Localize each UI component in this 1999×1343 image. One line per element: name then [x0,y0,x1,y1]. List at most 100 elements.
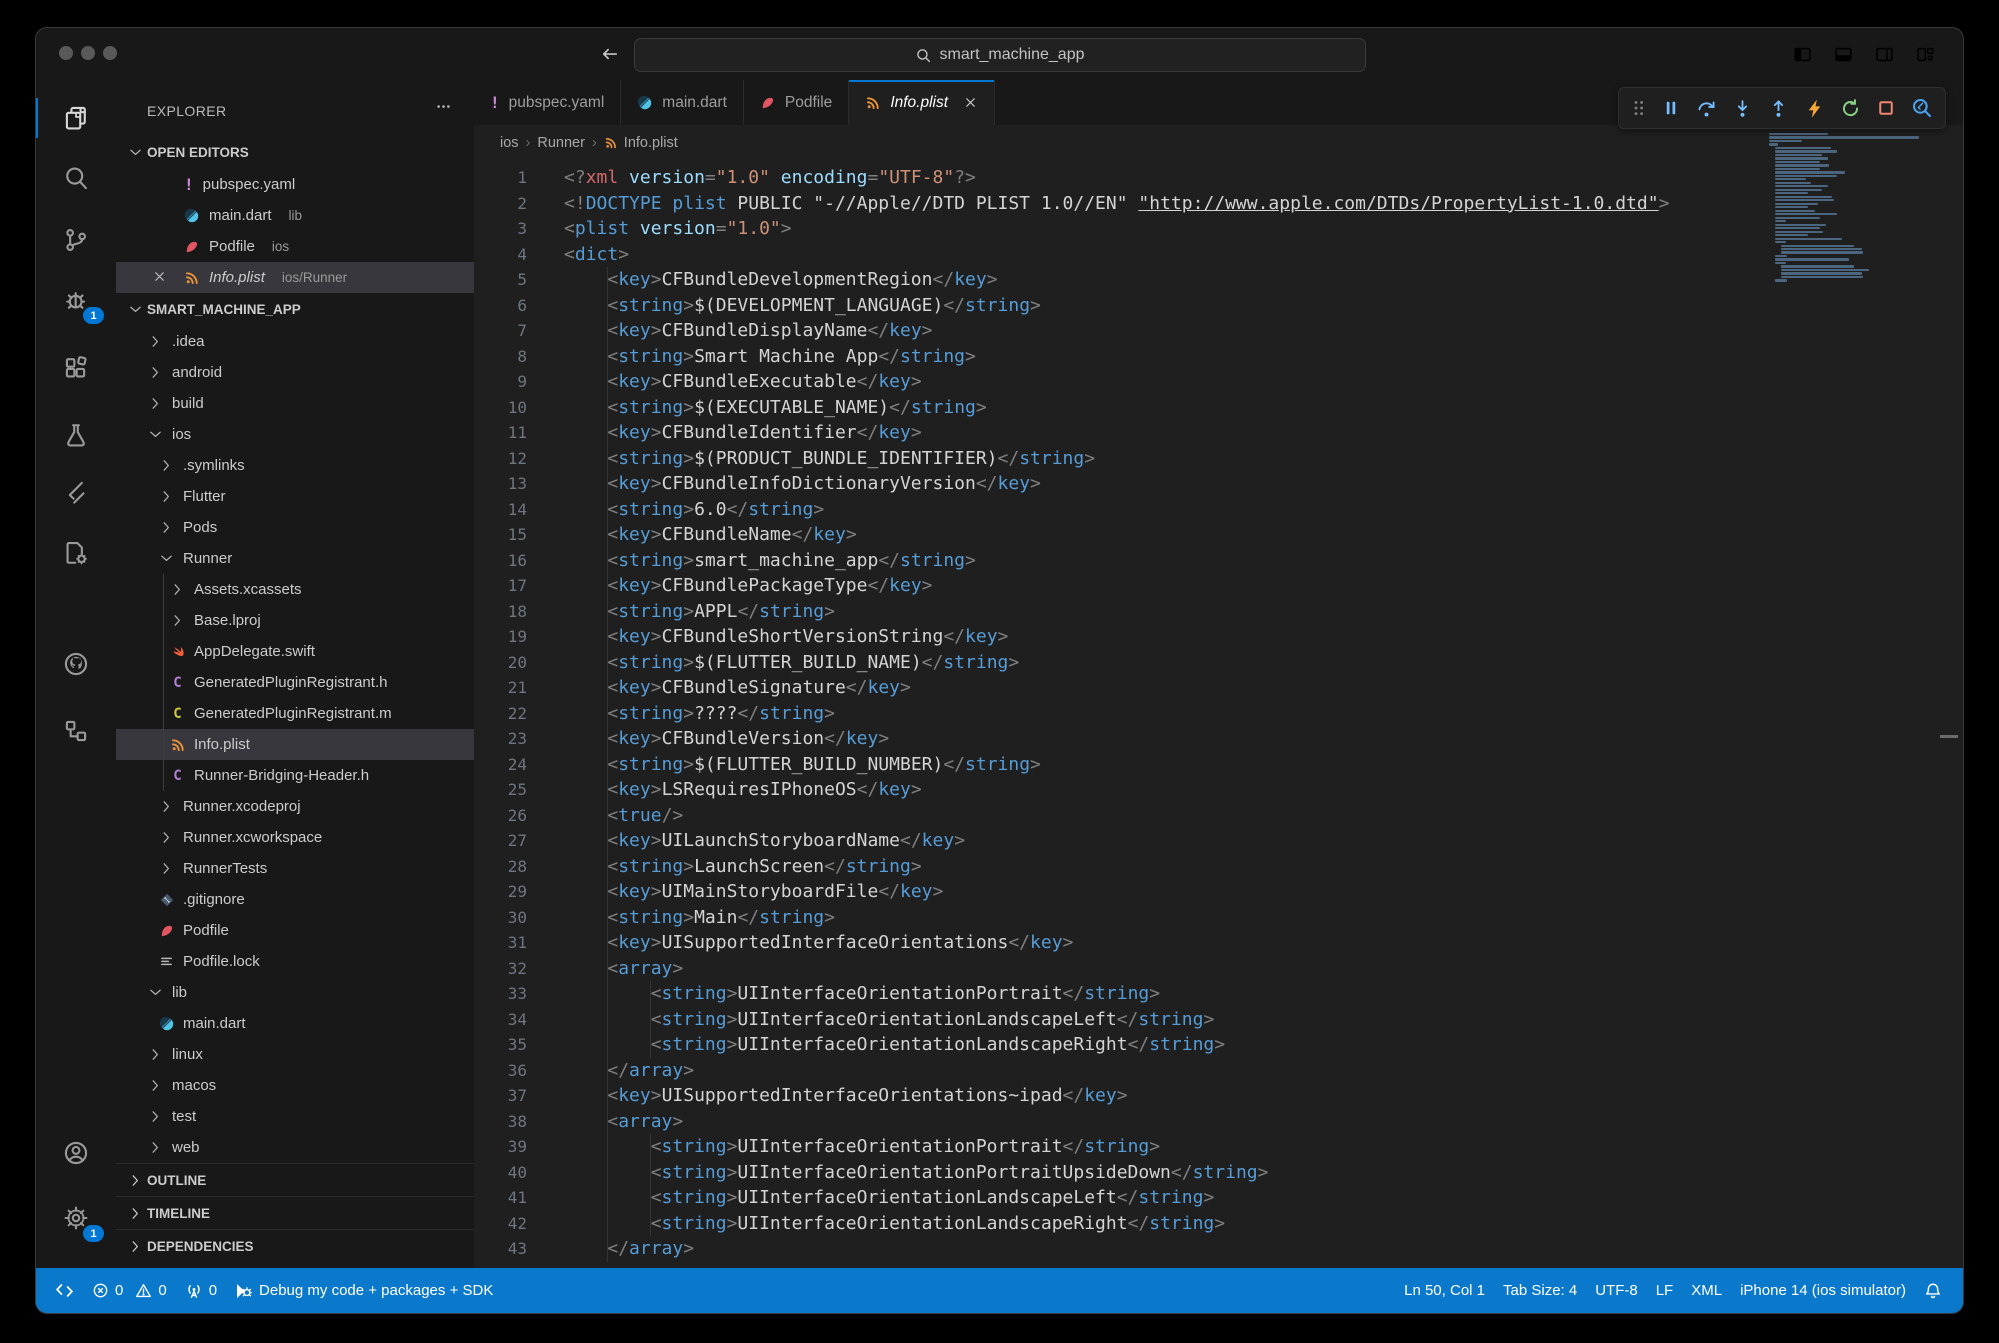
back-arrow-icon[interactable] [600,44,620,64]
code-line-16[interactable]: 16 <string>smart_machine_app</string> [474,548,1963,574]
tree-item-Podfile.lock[interactable]: Podfile.lock [116,946,474,977]
tree-item-Info.plist[interactable]: Info.plist [116,729,474,760]
tab-pubspec.yaml[interactable]: !pubspec.yaml [474,80,621,125]
tree-item-macos[interactable]: macos [116,1070,474,1101]
statusbar-indentation[interactable]: Tab Size: 4 [1494,1268,1586,1313]
code-line-3[interactable]: 3<plist version="1.0"> [474,216,1963,242]
inspector-icon[interactable] [1911,97,1933,119]
tree-item-Runner[interactable]: Runner [116,543,474,574]
statusbar-cursor-position[interactable]: Ln 50, Col 1 [1395,1268,1494,1313]
tree-item-Base.lproj[interactable]: Base.lproj [116,605,474,636]
code-line-23[interactable]: 23 <key>CFBundleVersion</key> [474,726,1963,752]
code-line-37[interactable]: 37 <key>UISupportedInterfaceOrientations… [474,1083,1963,1109]
code-line-25[interactable]: 25 <key>LSRequiresIPhoneOS</key> [474,777,1963,803]
references-icon[interactable] [36,705,116,757]
command-center-search[interactable]: smart_machine_app [634,38,1366,72]
tree-item-android[interactable]: android [116,357,474,388]
close-icon[interactable] [963,95,978,110]
tree-item-AppDelegate.swift[interactable]: AppDelegate.swift [116,636,474,667]
open-editor-Podfile[interactable]: Podfileios [116,231,474,262]
code-line-7[interactable]: 7 <key>CFBundleDisplayName</key> [474,318,1963,344]
code-line-31[interactable]: 31 <key>UISupportedInterfaceOrientations… [474,930,1963,956]
code-line-6[interactable]: 6 <string>$(DEVELOPMENT_LANGUAGE)</strin… [474,293,1963,319]
statusbar-notifications[interactable] [1915,1268,1951,1313]
code-line-36[interactable]: 36 </array> [474,1058,1963,1084]
code-line-11[interactable]: 11 <key>CFBundleIdentifier</key> [474,420,1963,446]
code-line-5[interactable]: 5 <key>CFBundleDevelopmentRegion</key> [474,267,1963,293]
run-debug-icon[interactable]: 1 [36,274,116,326]
code-line-22[interactable]: 22 <string>????</string> [474,701,1963,727]
github-icon[interactable] [36,638,116,690]
testing-icon[interactable] [36,409,116,461]
code-line-19[interactable]: 19 <key>CFBundleShortVersionString</key> [474,624,1963,650]
tree-item-RunnerTests[interactable]: RunnerTests [116,853,474,884]
code-line-18[interactable]: 18 <string>APPL</string> [474,599,1963,625]
code-line-4[interactable]: 4<dict> [474,242,1963,268]
traffic-light-zoom[interactable] [103,46,117,60]
open-editor-main.dart[interactable]: main.dartlib [116,200,474,231]
search-icon[interactable] [36,152,116,204]
tree-item-.symlinks[interactable]: .symlinks [116,450,474,481]
tab-Info.plist[interactable]: Info.plist [849,80,995,125]
code-line-27[interactable]: 27 <key>UILaunchStoryboardName</key> [474,828,1963,854]
step-out-icon[interactable] [1768,98,1789,119]
tree-item-test[interactable]: test [116,1101,474,1132]
breadcrumb-Info.plist[interactable]: Info.plist [604,135,678,151]
tree-item-Runner.xcworkspace[interactable]: Runner.xcworkspace [116,822,474,853]
tree-item-Podfile[interactable]: Podfile [116,915,474,946]
settings-icon[interactable]: 1 [36,1192,116,1244]
accounts-icon[interactable] [36,1127,116,1179]
tree-item-Pods[interactable]: Pods [116,512,474,543]
code-line-42[interactable]: 42 <string>UIInterfaceOrientationLandsca… [474,1211,1963,1237]
more-actions-icon[interactable] [435,98,452,115]
step-over-icon[interactable] [1696,98,1717,119]
code-line-38[interactable]: 38 <array> [474,1109,1963,1135]
statusbar-eol[interactable]: LF [1647,1268,1683,1313]
tree-item-build[interactable]: build [116,388,474,419]
code-line-15[interactable]: 15 <key>CFBundleName</key> [474,522,1963,548]
breadcrumb-ios[interactable]: ios [500,135,519,151]
hot-reload-icon[interactable] [1804,98,1825,119]
code-line-12[interactable]: 12 <string>$(PRODUCT_BUNDLE_IDENTIFIER)<… [474,446,1963,472]
tree-item-Runner-Bridging-Header.h[interactable]: CRunner-Bridging-Header.h [116,760,474,791]
statusbar-device[interactable]: iPhone 14 (ios simulator) [1731,1268,1915,1313]
tree-item-Flutter[interactable]: Flutter [116,481,474,512]
flutter-icon[interactable] [36,467,116,519]
code-line-1[interactable]: 1<?xml version="1.0" encoding="UTF-8"?> [474,165,1963,191]
toggle-sidebar-icon[interactable] [1793,45,1812,64]
statusbar-language-mode[interactable]: XML [1682,1268,1731,1313]
code-line-34[interactable]: 34 <string>UIInterfaceOrientationLandsca… [474,1007,1963,1033]
stop-icon[interactable] [1876,98,1896,118]
tree-item-Assets.xcassets[interactable]: Assets.xcassets [116,574,474,605]
traffic-light-close[interactable] [59,46,73,60]
restart-icon[interactable] [1840,98,1861,119]
tree-item-linux[interactable]: linux [116,1039,474,1070]
project-root-header[interactable]: SMART_MACHINE_APP [116,293,474,326]
toggle-panel-icon[interactable] [1834,45,1853,64]
open-editors-header[interactable]: OPEN EDITORS [116,136,474,169]
tree-item-ios[interactable]: ios [116,419,474,450]
code-line-21[interactable]: 21 <key>CFBundleSignature</key> [474,675,1963,701]
code-line-17[interactable]: 17 <key>CFBundlePackageType</key> [474,573,1963,599]
tree-item-web[interactable]: web [116,1132,474,1163]
statusbar-ports[interactable]: 0 [176,1268,226,1313]
extensions-icon[interactable] [36,342,116,394]
code-line-13[interactable]: 13 <key>CFBundleInfoDictionaryVersion</k… [474,471,1963,497]
section-dependencies[interactable]: DEPENDENCIES [116,1229,474,1262]
code-line-30[interactable]: 30 <string>Main</string> [474,905,1963,931]
code-line-35[interactable]: 35 <string>UIInterfaceOrientationLandsca… [474,1032,1963,1058]
code-line-9[interactable]: 9 <key>CFBundleExecutable</key> [474,369,1963,395]
toggle-secondary-sidebar-icon[interactable] [1875,45,1894,64]
tree-item-main.dart[interactable]: main.dart [116,1008,474,1039]
code-line-39[interactable]: 39 <string>UIInterfaceOrientationPortrai… [474,1134,1963,1160]
code-line-20[interactable]: 20 <string>$(FLUTTER_BUILD_NAME)</string… [474,650,1963,676]
code-line-26[interactable]: 26 <true/> [474,803,1963,829]
close-icon[interactable] [152,269,167,284]
tab-main.dart[interactable]: main.dart [621,80,744,125]
code-line-32[interactable]: 32 <array> [474,956,1963,982]
tree-item-.idea[interactable]: .idea [116,326,474,357]
explorer-icon[interactable] [36,92,116,144]
pause-icon[interactable] [1661,98,1681,118]
tab-Podfile[interactable]: Podfile [744,80,849,125]
tree-item-.gitignore[interactable]: .gitignore [116,884,474,915]
